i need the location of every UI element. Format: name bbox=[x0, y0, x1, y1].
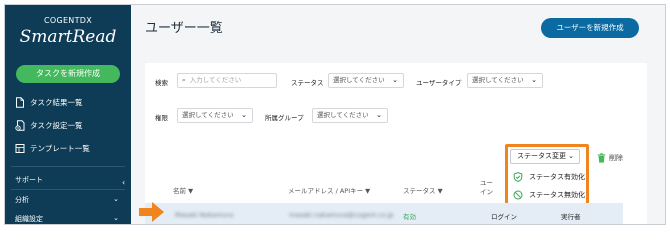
status-filter-select[interactable]: 選択してください ⌄ bbox=[328, 73, 404, 88]
delete-button[interactable]: 削除 bbox=[597, 153, 623, 163]
user-name-cell: Masaki Nakamura bbox=[175, 211, 234, 219]
sidebar: COGENTDX SmartRead タスクを新規作成 タスク結果一覧 タスク設… bbox=[5, 5, 131, 224]
role-cell: 実行者 bbox=[561, 213, 581, 221]
sidebar-item-task-settings[interactable]: タスク設定一覧 bbox=[15, 120, 83, 131]
status-filter-label: ステータス bbox=[291, 79, 324, 87]
search-input[interactable]: ⌕ 入力してください bbox=[177, 73, 277, 88]
brand-logo: SmartRead bbox=[19, 27, 117, 47]
add-user-button[interactable]: ユーザーを新規作成 bbox=[541, 18, 639, 38]
chevron-down-icon: ⌄ bbox=[392, 76, 398, 84]
column-header-name[interactable]: 名前 ▼ bbox=[173, 185, 193, 195]
delete-label: 削除 bbox=[609, 154, 623, 162]
annotation-arrow-icon bbox=[139, 202, 164, 222]
sidebar-item-label: タスク設定一覧 bbox=[30, 121, 83, 130]
sidebar-divider bbox=[11, 189, 125, 190]
chevron-down-icon: ⌄ bbox=[241, 111, 247, 119]
sidebar-item-label: タスク結果一覧 bbox=[30, 98, 83, 107]
sidebar-section-label: サポート bbox=[15, 176, 43, 184]
create-task-button[interactable]: タスクを新規作成 bbox=[16, 65, 120, 83]
status-badge: 有効 bbox=[403, 213, 416, 221]
column-header-login[interactable]: イン bbox=[480, 186, 493, 196]
sidebar-item-label: テンプレート一覧 bbox=[30, 144, 90, 153]
usertype-filter-label: ユーザータイプ bbox=[416, 79, 462, 87]
role-filter-value: 選択してください bbox=[182, 111, 234, 119]
sidebar-divider bbox=[11, 166, 125, 167]
search-icon: ⌕ bbox=[182, 76, 186, 84]
search-label: 検索 bbox=[155, 79, 168, 87]
chevron-down-icon: ⌄ bbox=[113, 195, 119, 203]
group-filter-label: 所属グループ bbox=[265, 114, 304, 122]
role-filter-label: 権限 bbox=[155, 114, 168, 122]
shield-check-icon bbox=[513, 172, 523, 182]
template-icon bbox=[15, 144, 25, 153]
sidebar-item-task-results[interactable]: タスク結果一覧 bbox=[15, 97, 83, 108]
group-filter-select[interactable]: 選択してください ⌄ bbox=[312, 108, 388, 123]
status-filter-value: 選択してください bbox=[333, 76, 385, 84]
sidebar-section-analysis[interactable]: 分析 ⌄ bbox=[15, 195, 121, 205]
group-filter-value: 選択してください bbox=[317, 111, 369, 119]
column-header-status[interactable]: ステータス ▼ bbox=[403, 185, 443, 195]
chevron-down-icon: ⌄ bbox=[113, 214, 119, 222]
collapse-sidebar-icon[interactable]: ‹ bbox=[122, 178, 125, 187]
ban-icon bbox=[513, 190, 523, 200]
trash-icon bbox=[597, 153, 606, 163]
menu-item-deactivate-status[interactable]: ステータス無効化 bbox=[513, 190, 585, 200]
login-type-cell: ログイン bbox=[491, 213, 517, 221]
app-window: COGENTDX SmartRead タスクを新規作成 タスク結果一覧 タスク設… bbox=[4, 4, 666, 225]
column-header-email[interactable]: メールアドレス / APIキー ▼ bbox=[288, 185, 370, 195]
menu-item-label: ステータス有効化 bbox=[529, 173, 585, 181]
gear-document-icon bbox=[15, 120, 25, 131]
menu-item-label: ステータス無効化 bbox=[529, 191, 585, 199]
usertype-filter-select[interactable]: 選択してください ⌄ bbox=[467, 73, 543, 88]
search-placeholder: 入力してください bbox=[189, 76, 242, 84]
page-title: ユーザー一覧 bbox=[145, 21, 223, 36]
sidebar-section-label: 組織設定 bbox=[15, 215, 43, 223]
user-email-cell: masaki.nakamura@cogent.co.jp bbox=[289, 211, 394, 219]
brand-company: COGENTDX bbox=[43, 16, 93, 25]
sidebar-item-templates[interactable]: テンプレート一覧 bbox=[15, 143, 90, 154]
chevron-down-icon: ⌄ bbox=[531, 76, 537, 84]
document-icon bbox=[16, 97, 24, 108]
chevron-down-icon: ⌄ bbox=[376, 111, 382, 119]
sidebar-section-support[interactable]: サポート bbox=[15, 175, 121, 185]
sidebar-section-org-settings[interactable]: 組織設定 ⌄ bbox=[15, 214, 121, 224]
usertype-filter-value: 選択してください bbox=[472, 76, 524, 84]
menu-item-activate-status[interactable]: ステータス有効化 bbox=[513, 172, 585, 182]
role-filter-select[interactable]: 選択してください ⌄ bbox=[177, 108, 253, 123]
sidebar-section-label: 分析 bbox=[15, 196, 29, 204]
